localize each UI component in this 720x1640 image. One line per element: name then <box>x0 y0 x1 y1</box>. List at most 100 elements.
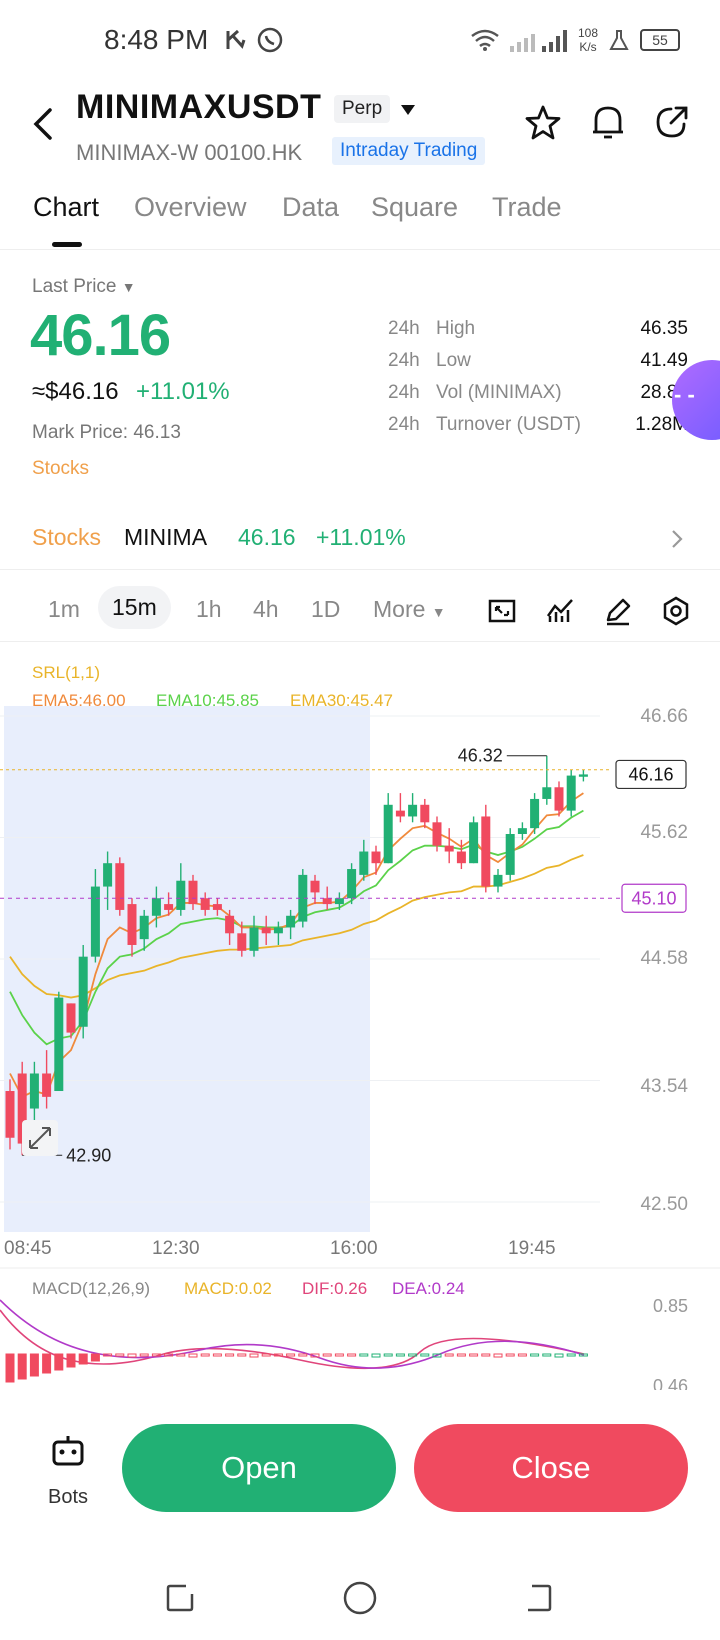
candle-body <box>249 927 259 951</box>
macd-bar <box>456 1353 466 1357</box>
interval-1h[interactable]: 1h <box>196 596 222 623</box>
draw-tool-icon[interactable] <box>603 596 633 626</box>
interval-4h[interactable]: 4h <box>253 596 279 623</box>
candle-body <box>420 804 430 823</box>
macd-bar <box>493 1353 503 1358</box>
candle-body <box>212 904 222 910</box>
macd-bar <box>139 1353 149 1357</box>
macd-bar <box>261 1353 271 1357</box>
candle-body <box>29 1073 39 1109</box>
tab-trade[interactable]: Trade <box>492 192 562 223</box>
macd-bar <box>554 1353 564 1358</box>
macd-bar <box>530 1353 540 1357</box>
recent-apps-icon[interactable] <box>164 1582 196 1614</box>
wifi-icon <box>471 29 499 51</box>
interval-15m[interactable]: 15m <box>98 586 171 629</box>
macd-bar <box>249 1353 259 1358</box>
candle-body <box>383 804 393 864</box>
active-tab-indicator <box>52 242 82 247</box>
category-tag[interactable]: Stocks <box>32 458 89 480</box>
close-position-button[interactable]: Close <box>414 1424 688 1512</box>
macd-bar <box>127 1353 137 1358</box>
tab-square[interactable]: Square <box>371 192 458 223</box>
star-icon[interactable] <box>524 104 562 142</box>
bots-label[interactable]: Bots <box>48 1486 88 1509</box>
share-icon[interactable] <box>654 104 690 140</box>
back-arrow-icon[interactable] <box>30 104 58 144</box>
macd-histogram <box>5 1353 588 1383</box>
y-tick: 43.54 <box>640 1076 688 1097</box>
symbol-subtitle: MINIMAX-W 00100.HK <box>76 140 303 165</box>
signal-icon <box>509 30 567 52</box>
x-tick: 16:00 <box>330 1238 378 1259</box>
bots-robot-icon[interactable] <box>50 1432 86 1468</box>
candle-body <box>371 851 381 864</box>
macd-tick: 0.46 <box>653 1376 688 1390</box>
candle-body <box>347 869 357 899</box>
interval-1d[interactable]: 1D <box>311 596 340 623</box>
candle-body <box>481 816 491 887</box>
stat-24h-high: 24h High 46.35 <box>388 318 688 339</box>
candle-body <box>566 775 576 811</box>
tab-data[interactable]: Data <box>282 192 339 223</box>
candle-body <box>554 787 564 811</box>
macd-bar <box>359 1353 369 1357</box>
candle-body <box>517 828 527 834</box>
candle-body <box>103 863 113 887</box>
bell-icon[interactable] <box>590 102 626 142</box>
tab-overview[interactable]: Overview <box>134 192 247 223</box>
macd-bar <box>481 1353 491 1357</box>
candlestick-chart[interactable]: SRL(1,1) EMA5:46.00 EMA10:45.85 EMA30:45… <box>0 650 720 1396</box>
back-nav-icon[interactable] <box>522 1582 554 1614</box>
candle-body <box>493 874 503 887</box>
tab-chart[interactable]: Chart <box>33 192 99 223</box>
caret-down-icon: ▼ <box>121 279 136 295</box>
candle-body <box>188 880 198 905</box>
caret-down-icon[interactable] <box>400 104 416 116</box>
last-price-label[interactable]: Last Price ▼ <box>32 276 136 298</box>
usd-price: ≈$46.16 <box>32 378 119 405</box>
stat-24h-volume: 24h Vol (MINIMAX) 28.82 <box>388 382 688 403</box>
status-time: 8:48 PM <box>104 24 209 55</box>
candle-body <box>127 904 137 945</box>
candle-body <box>164 904 174 910</box>
macd-bar <box>286 1353 296 1357</box>
last-price-value: 46.16 <box>30 303 171 368</box>
perp-badge[interactable]: Perp <box>334 95 391 123</box>
home-icon[interactable] <box>342 1580 378 1616</box>
price-chart[interactable]: SRL(1,1) EMA5:46.00 EMA10:45.85 EMA30:45… <box>0 650 720 1396</box>
candle-body <box>90 886 100 957</box>
app-notification-icon <box>226 29 246 49</box>
candle-body <box>78 956 88 1027</box>
macd-bar <box>383 1353 393 1357</box>
ticker-name: MINIMA <box>124 524 208 550</box>
open-position-button[interactable]: Open <box>122 1424 396 1512</box>
ema30-legend: EMA30:45.47 <box>290 691 393 710</box>
macd-bar <box>78 1353 88 1365</box>
interval-1m[interactable]: 1m <box>48 596 80 623</box>
srl-indicator-label: SRL(1,1) <box>32 663 100 682</box>
stat-24h-low: 24h Low 41.49 <box>388 350 688 371</box>
macd-bar <box>66 1353 76 1368</box>
y-tick: 45.62 <box>640 822 688 843</box>
y-tick: 44.58 <box>640 948 688 969</box>
x-tick: 08:45 <box>4 1238 52 1259</box>
candle-body <box>5 1091 15 1138</box>
chevron-right-icon[interactable] <box>670 528 684 550</box>
candle-body <box>237 933 247 951</box>
macd-bar <box>212 1353 222 1357</box>
ticker-change: +11.01% <box>316 524 406 550</box>
candle-body <box>395 810 405 817</box>
candle-body <box>334 898 344 905</box>
y-tick: 42.50 <box>640 1194 688 1215</box>
selection-highlight <box>4 706 370 1232</box>
candle-body <box>432 822 442 846</box>
stat-24h-turnover: 24h Turnover (USDT) 1.28M <box>388 414 688 435</box>
interval-more[interactable]: More ▼ <box>373 596 446 623</box>
bubble-dots-icon: - - <box>674 382 695 407</box>
candle-body <box>408 804 418 817</box>
indicator-icon[interactable] <box>545 596 575 626</box>
macd-bar <box>542 1353 552 1357</box>
chart-settings-icon[interactable] <box>661 596 691 626</box>
fullscreen-icon[interactable] <box>487 596 517 626</box>
